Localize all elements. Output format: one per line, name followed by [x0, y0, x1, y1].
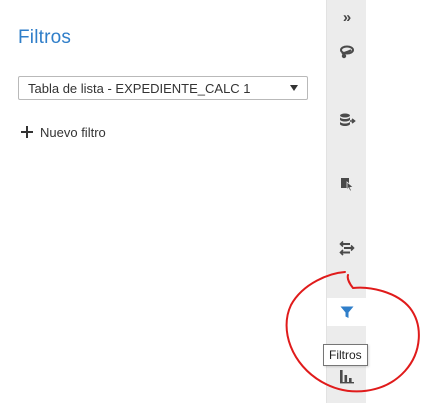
double-chevron-right-icon: » — [342, 8, 352, 26]
toolbar-item-options[interactable] — [327, 234, 367, 262]
right-toolbar: » — [326, 0, 367, 403]
report-editor-screen: Filtros Tabla de lista - EXPEDIENTE_CALC… — [0, 0, 423, 403]
toolbar-item-style[interactable] — [327, 38, 367, 66]
select-pointer-icon — [339, 176, 355, 192]
brush-icon — [339, 44, 355, 60]
collapse-panel-button[interactable]: » — [327, 4, 367, 30]
toolbar-item-charts[interactable] — [327, 362, 367, 390]
new-filter-button[interactable]: Nuevo filtro — [21, 123, 106, 141]
filter-funnel-icon — [339, 304, 355, 320]
database-export-icon — [339, 112, 356, 128]
toolbar-item-selection[interactable] — [327, 170, 367, 198]
bar-chart-icon — [338, 368, 356, 384]
filters-panel: Filtros Tabla de lista - EXPEDIENTE_CALC… — [0, 0, 326, 403]
chevron-down-icon — [290, 85, 298, 91]
data-source-select-value: Tabla de lista - EXPEDIENTE_CALC 1 — [28, 81, 251, 96]
plus-icon — [21, 126, 33, 138]
toolbar-item-filters[interactable] — [327, 298, 367, 326]
panel-title: Filtros — [18, 27, 72, 48]
swap-options-icon — [339, 240, 355, 256]
data-source-select[interactable]: Tabla de lista - EXPEDIENTE_CALC 1 — [18, 76, 308, 100]
toolbar-item-data[interactable] — [327, 106, 367, 134]
new-filter-label: Nuevo filtro — [40, 124, 106, 140]
filters-tooltip: Filtros — [323, 344, 368, 366]
